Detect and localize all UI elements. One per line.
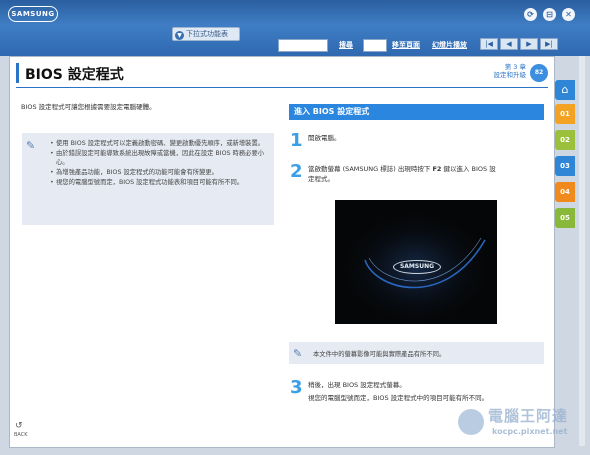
step-text: 稍後，出現 BIOS 設定程式螢幕。	[308, 381, 406, 389]
boot-screen-logo: SAMSUNG	[393, 260, 441, 274]
step-text-part: 當啟動螢幕 (SAMSUNG 標誌) 出現時按下	[308, 165, 431, 173]
watermark-title: 電腦王阿達	[488, 407, 569, 425]
dropdown-label: 下拉式功能表	[186, 30, 228, 38]
step-text-part: 鍵以進入 BIOS 設	[443, 165, 496, 173]
page-number-input[interactable]	[363, 39, 387, 52]
note-list: 使用 BIOS 設定程式可以定義啟動密碼、變更啟動優先順序，或新增裝置。 由於錯…	[50, 139, 272, 188]
note-item: 使用 BIOS 設定程式可以定義啟動密碼、變更啟動優先順序，或新增裝置。	[50, 139, 272, 148]
watermark-url: kocpc.pixnet.net	[492, 427, 568, 436]
samsung-logo: SAMSUNG	[8, 6, 58, 22]
home-icon[interactable]: ⌂	[555, 80, 575, 100]
screenshot-note-text: 本文件中的螢幕影像可能與實際產品有所不同。	[313, 351, 446, 358]
content-page: BIOS 設定程式 第 3 章 設定和升級 82 BIOS 設定程式可讓您根據需…	[9, 56, 555, 448]
screenshot-note: ✎ 本文件中的螢幕影像可能與實際產品有所不同。	[289, 342, 544, 364]
app-window: SAMSUNG ⟳ ⊟ ✕ ▼ 下拉式功能表 搜尋 移至頁面 幻燈片播放 |◀ ◀…	[0, 0, 590, 455]
refresh-icon[interactable]: ⟳	[524, 8, 537, 21]
chapter-tab-05[interactable]: 05	[555, 208, 575, 228]
dropdown-menu-button[interactable]: ▼ 下拉式功能表	[172, 27, 240, 41]
chapter-name: 設定和升級	[493, 71, 527, 79]
chapter-tab-04[interactable]: 04	[555, 182, 575, 202]
note-item: 為增強產品功能，BIOS 設定程式的功能可能會有所變更。	[50, 168, 272, 177]
chevron-down-icon: ▼	[175, 31, 184, 40]
step-number: 2	[290, 161, 303, 182]
first-page-button[interactable]: |◀	[480, 38, 498, 50]
step-text: 當啟動螢幕 (SAMSUNG 標誌) 出現時按下 F2 鍵以進入 BIOS 設 …	[308, 164, 548, 184]
step-text-part: 定程式。	[308, 175, 334, 183]
back-icon[interactable]: ↺	[15, 421, 23, 431]
note-item: 由於錯誤設定可能導致系統出現故障或當機，因此在設定 BIOS 時務必要小心。	[50, 149, 272, 167]
note-item: 視您的電腦型號而定，BIOS 設定程式功能表和項目可能有所不同。	[50, 178, 272, 187]
chapter-tab-03[interactable]: 03	[555, 156, 575, 176]
page-navigation: |◀ ◀ ▶ ▶|	[480, 38, 558, 50]
last-page-button[interactable]: ▶|	[540, 38, 558, 50]
chapter-label: 第 3 章 設定和升級	[494, 63, 527, 79]
page-number-badge: 82	[530, 64, 548, 82]
title-accent	[16, 63, 19, 83]
chapter-tab-01[interactable]: 01	[555, 104, 575, 124]
step-number: 3	[290, 377, 303, 398]
watermark-logo	[458, 409, 484, 435]
chapter-number: 第 3 章	[504, 63, 526, 71]
minimize-icon[interactable]: ⊟	[543, 8, 556, 21]
step-text: 視您的電腦型號而定，BIOS 設定程式中的項目可能有所不同。	[308, 394, 489, 402]
boot-screen-image: SAMSUNG	[335, 200, 497, 324]
watermark: 電腦王阿達 kocpc.pixnet.net	[452, 405, 577, 445]
back-label: BACK	[14, 432, 28, 438]
slideshow-button[interactable]: 幻燈片播放	[432, 40, 467, 50]
chapter-tab-02[interactable]: 02	[555, 130, 575, 150]
title-bar: BIOS 設定程式 第 3 章 設定和升級 82	[10, 57, 554, 89]
scrollbar[interactable]	[579, 56, 585, 446]
prev-page-button[interactable]: ◀	[500, 38, 518, 50]
next-page-button[interactable]: ▶	[520, 38, 538, 50]
step-text: 開啟電腦。	[308, 134, 341, 142]
note-pencil-icon: ✎	[26, 139, 36, 152]
search-button[interactable]: 搜尋	[339, 40, 353, 50]
section-heading: 進入 BIOS 設定程式	[289, 104, 544, 120]
close-icon[interactable]: ✕	[562, 8, 575, 21]
step-number: 1	[290, 130, 303, 151]
title-divider	[16, 87, 548, 88]
search-input[interactable]	[278, 39, 328, 52]
top-toolbar: SAMSUNG ⟳ ⊟ ✕ ▼ 下拉式功能表 搜尋 移至頁面 幻燈片播放 |◀ ◀…	[0, 0, 590, 56]
intro-text: BIOS 設定程式可讓您根據需要設定電腦硬體。	[21, 103, 156, 111]
key-label: F2	[432, 165, 442, 173]
note-box: ✎ 使用 BIOS 設定程式可以定義啟動密碼、變更啟動優先順序，或新增裝置。 由…	[22, 133, 274, 225]
page-title: BIOS 設定程式	[25, 67, 124, 83]
goto-page-button[interactable]: 移至頁面	[392, 40, 420, 50]
note-pencil-icon: ✎	[293, 347, 303, 360]
